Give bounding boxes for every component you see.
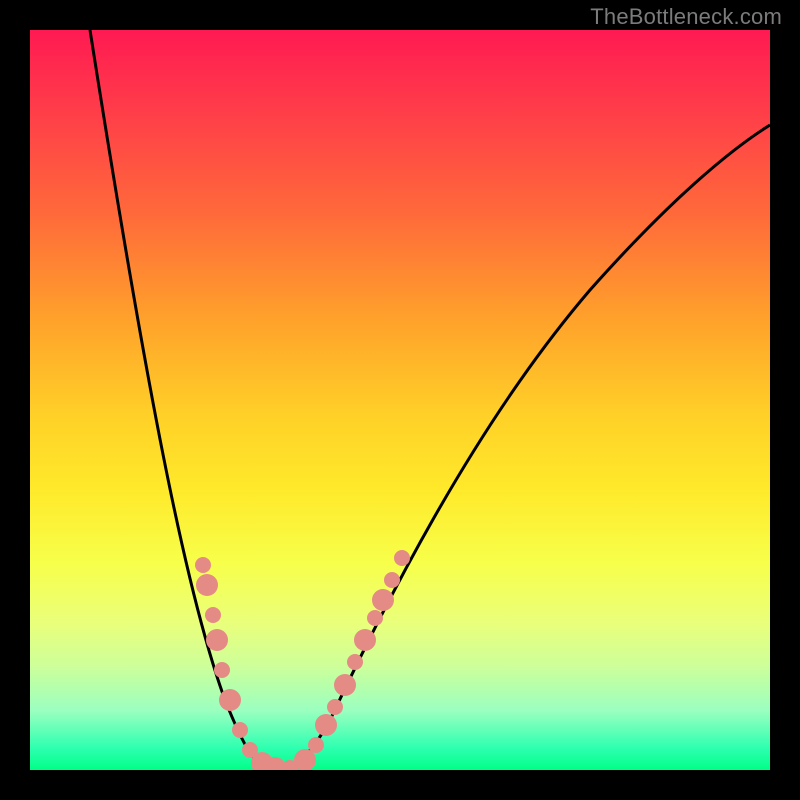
curve-marker-dot	[367, 610, 383, 626]
curve-svg	[30, 30, 770, 770]
curve-marker-dot	[334, 674, 356, 696]
curve-marker-dot	[372, 589, 394, 611]
curve-marker-dot	[394, 550, 410, 566]
curve-markers	[195, 550, 410, 770]
chart-stage: TheBottleneck.com	[0, 0, 800, 800]
curve-marker-dot	[195, 557, 211, 573]
watermark-text: TheBottleneck.com	[590, 4, 782, 30]
curve-marker-dot	[206, 629, 228, 651]
curve-marker-dot	[214, 662, 230, 678]
curve-marker-dot	[205, 607, 221, 623]
curve-marker-dot	[196, 574, 218, 596]
curve-marker-dot	[308, 737, 324, 753]
plot-area	[30, 30, 770, 770]
curve-marker-dot	[347, 654, 363, 670]
curve-marker-dot	[232, 722, 248, 738]
curve-marker-dot	[384, 572, 400, 588]
curve-marker-dot	[327, 699, 343, 715]
bottleneck-curve	[90, 30, 770, 768]
curve-marker-dot	[219, 689, 241, 711]
curve-marker-dot	[315, 714, 337, 736]
curve-marker-dot	[354, 629, 376, 651]
